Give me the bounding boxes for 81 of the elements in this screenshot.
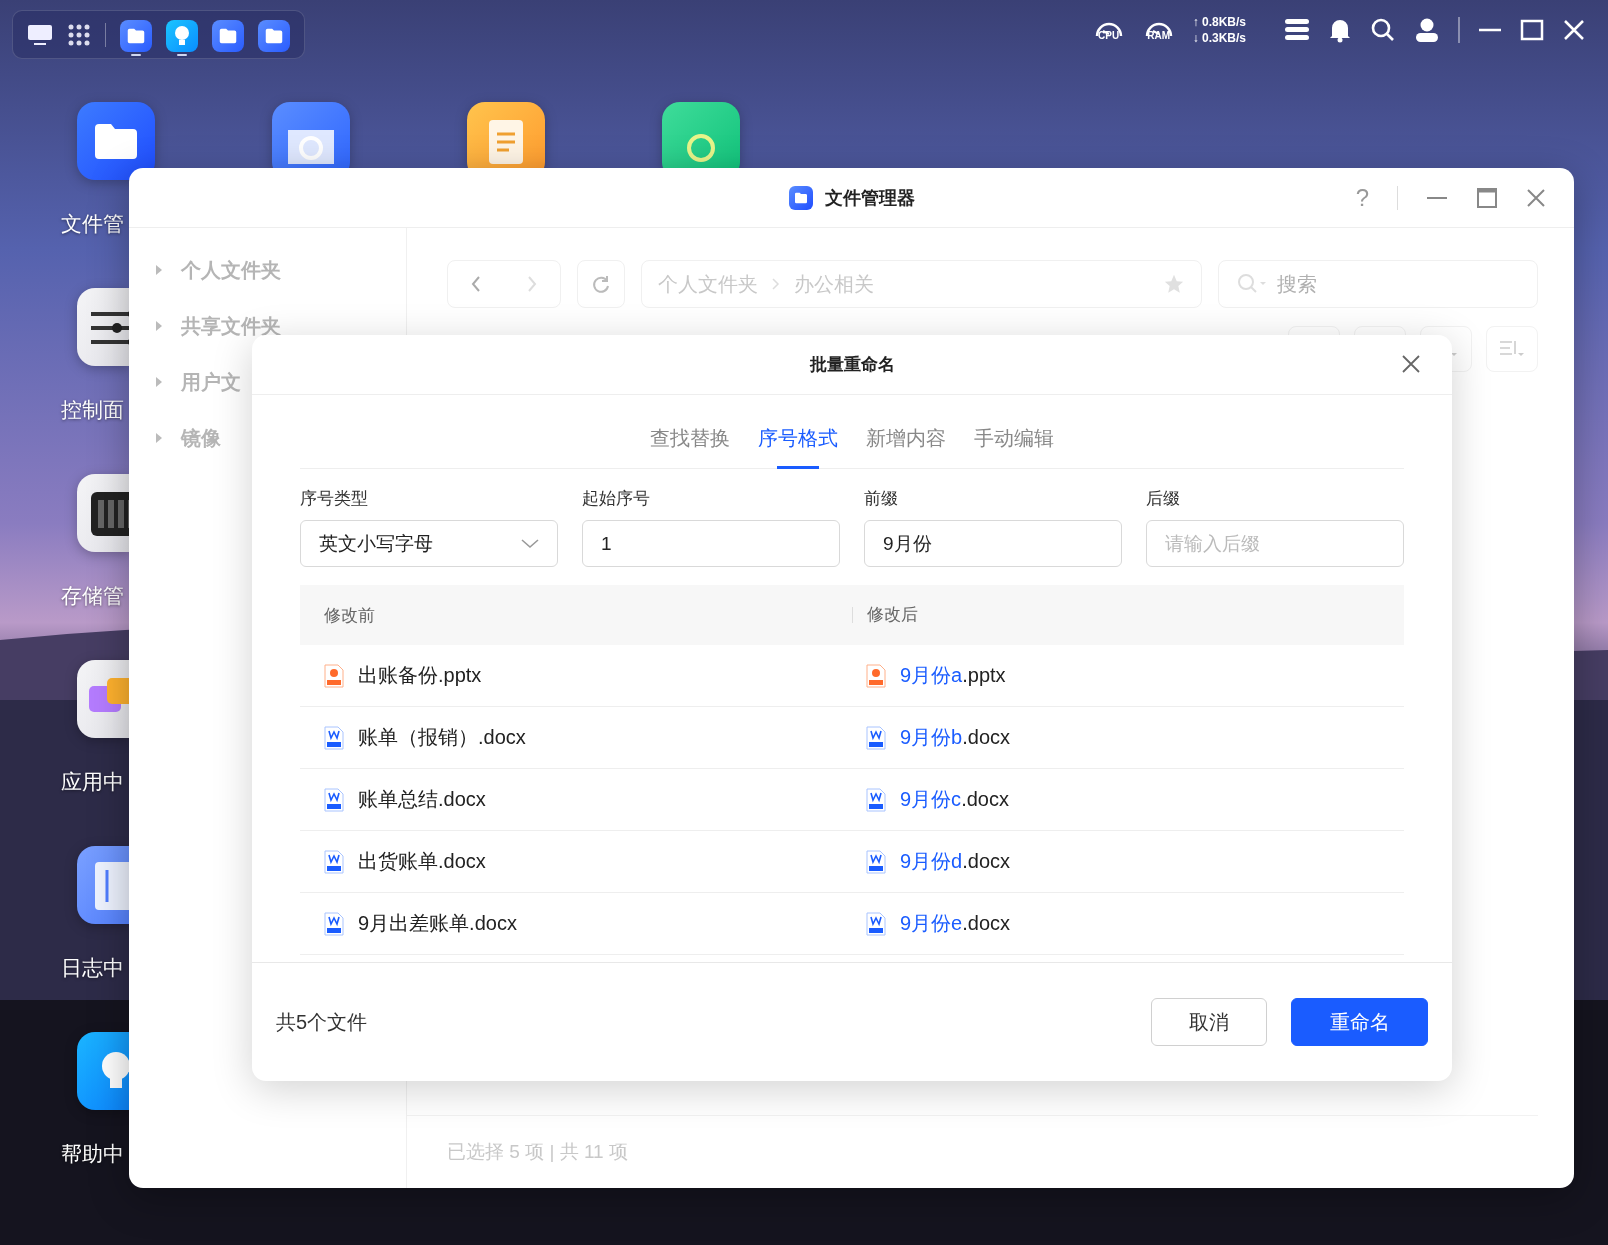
input-field[interactable]: 1 [582,520,840,567]
close-button[interactable] [1400,353,1422,375]
app-icon[interactable] [77,846,129,924]
ram-gauge[interactable]: RAM [1142,19,1175,41]
app-icon[interactable] [77,660,129,738]
app-icon[interactable] [467,102,545,168]
sidebar-item[interactable]: 镜像 [181,424,221,452]
input-field[interactable]: 9月份 [864,520,1122,567]
window-title: 文件管理器 [824,186,915,210]
new-file-name: 9月份b.docx [900,725,1011,750]
select-field[interactable]: 英文小写字母 [300,520,558,567]
tab[interactable]: 新增内容 [866,425,946,469]
taskbar-app-icon[interactable] [258,19,290,52]
rename-button[interactable]: 重命名 [1291,998,1428,1046]
tab[interactable]: 手动编辑 [974,425,1054,469]
document-file-icon [324,725,344,750]
document-file-icon [866,787,886,812]
taskbar-app-icon[interactable] [166,19,198,52]
sidebar-item[interactable]: 用户文 [181,368,241,396]
close-icon [1400,353,1422,375]
cpu-gauge[interactable]: CPU [1092,19,1125,41]
app-label: 帮助中 [61,1141,124,1167]
cancel-button[interactable]: 取消 [1151,998,1267,1046]
taskbar-app-icon[interactable] [212,19,244,52]
field-label: 起始序号 [582,488,651,510]
column-header: 修改后 [852,607,1404,623]
search-icon[interactable] [1370,17,1396,43]
star-icon[interactable] [1163,273,1185,295]
search-field[interactable]: 搜索 [1218,260,1538,308]
column-header: 修改前 [323,604,376,627]
bell-icon[interactable] [1328,17,1352,43]
document-file-icon [866,725,886,750]
file-name: 出账备份.pptx [358,663,482,688]
app-icon[interactable] [77,288,129,366]
user-icon[interactable] [1414,17,1440,43]
file-name: 账单（报销）.docx [358,725,526,750]
new-file-name: 9月份e.docx [900,911,1011,936]
chevron-right-icon [527,276,537,292]
apps-grid-icon[interactable] [67,22,91,47]
chevron-down-icon [521,538,539,549]
search-icon [1237,273,1267,295]
file-name: 账单总结.docx [358,787,486,812]
app-icon[interactable] [77,474,129,552]
app-icon[interactable] [77,1032,129,1110]
app-label: 日志中 [61,955,124,981]
app-label: 文件管 [61,211,124,237]
file-name: 出货账单.docx [358,849,486,874]
taskbar-app-icon[interactable] [120,19,152,52]
presentation-file-icon [866,663,886,688]
document-file-icon [324,787,344,812]
help-button[interactable]: ? [1355,183,1369,212]
document-file-icon [324,849,344,874]
chevron-icon [772,278,780,290]
new-file-name: 9月份a.pptx [900,663,1006,688]
tab[interactable]: 查找替换 [650,425,730,469]
document-file-icon [866,911,886,936]
network-speed: ↑ 0.8KB/s ↓ 0.3KB/s [1192,14,1246,46]
field-label: 序号类型 [300,488,369,510]
sidebar-item[interactable]: 共享文件夹 [181,312,281,340]
file-count: 共5个文件 [276,1009,368,1035]
field-label: 后缀 [1146,488,1181,510]
app-icon[interactable] [77,102,155,180]
chevron-left-icon [471,276,481,292]
app-label: 控制面 [61,397,124,423]
app-label: 存储管 [61,583,124,609]
file-name: 9月出差账单.docx [358,911,517,936]
app-label: 应用中 [61,769,124,795]
document-file-icon [866,849,886,874]
document-file-icon [324,911,344,936]
presentation-file-icon [324,663,344,688]
tab[interactable]: 序号格式 [758,425,838,469]
new-file-name: 9月份d.docx [900,849,1011,874]
field-label: 前缀 [864,488,899,510]
new-file-name: 9月份c.docx [900,787,1009,812]
app-icon[interactable] [272,102,350,168]
input-field[interactable]: 请输入后缀 [1146,520,1404,567]
dialog-title: 批量重命名 [809,354,895,376]
storage-icon[interactable] [1284,18,1310,42]
sidebar-item[interactable]: 个人文件夹 [181,256,281,284]
app-icon[interactable] [662,102,740,168]
refresh-icon [591,274,611,294]
